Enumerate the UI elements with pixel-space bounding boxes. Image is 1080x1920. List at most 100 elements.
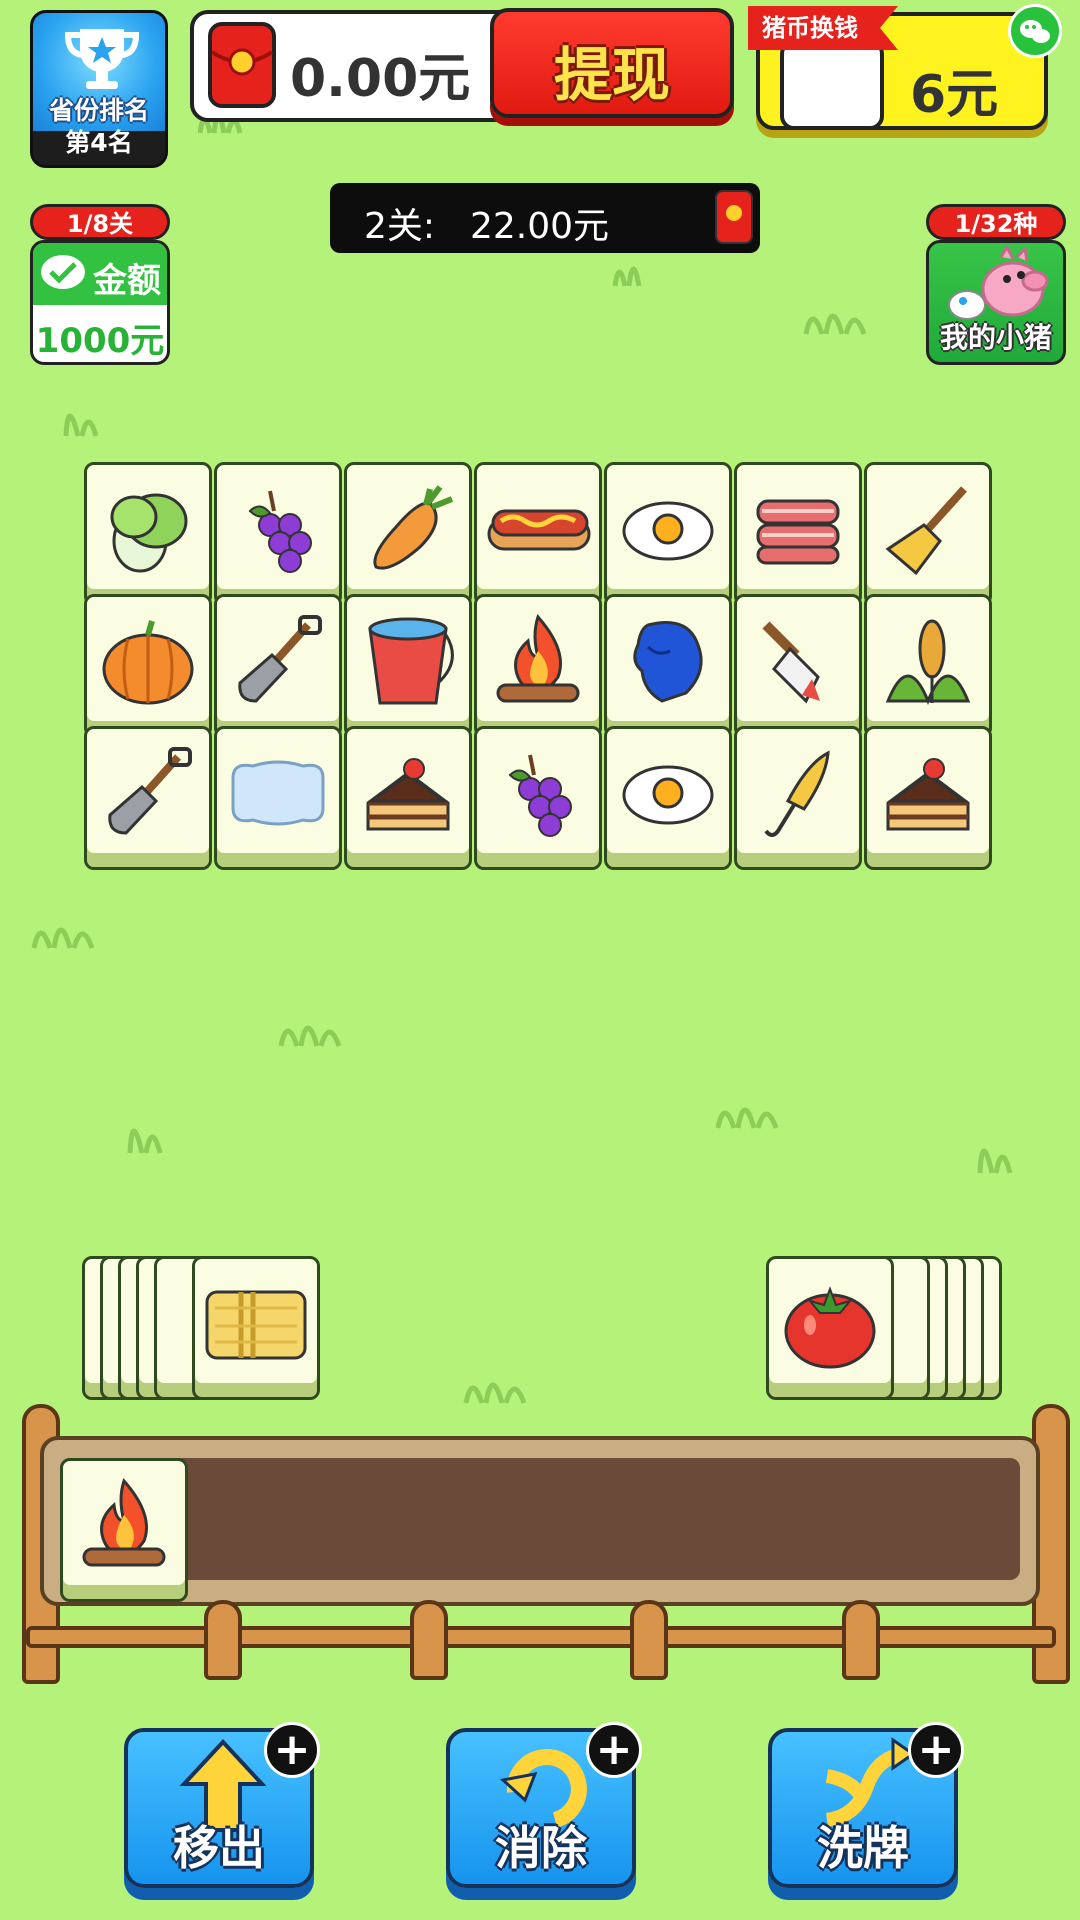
my-pig-label: 我的小猪 <box>939 321 1052 354</box>
eliminate-label: 消除 <box>495 1821 587 1875</box>
tile-campfire[interactable] <box>474 594 602 738</box>
shuffle-label: 洗牌 <box>817 1821 909 1875</box>
trophy-icon <box>64 29 140 89</box>
eliminate-button[interactable]: 消除 + <box>446 1722 642 1888</box>
exchange-amount: 6元 <box>910 65 999 125</box>
withdraw-button[interactable]: 提现 <box>490 8 734 118</box>
grass-decoration <box>605 248 675 288</box>
haybale-icon <box>205 1290 307 1360</box>
wechat-card-title: 金额 <box>93 261 161 301</box>
tile-umbrella[interactable] <box>734 726 862 870</box>
carrot-icon <box>373 485 454 570</box>
wechat-card-header: 金额 <box>33 243 167 305</box>
shuffle-button[interactable]: 洗牌 + <box>768 1722 964 1888</box>
tile-hotdog[interactable] <box>474 462 602 606</box>
add-eliminate-badge[interactable]: + <box>586 1722 642 1778</box>
grass-decoration <box>970 1125 1040 1174</box>
tray-tile-campfire[interactable] <box>60 1458 188 1602</box>
shovel-icon <box>238 615 322 703</box>
pig-collection-badge: 1/32种 <box>926 204 1066 240</box>
tile-cake[interactable] <box>864 726 992 870</box>
withdraw-label: 提现 <box>553 41 670 109</box>
tile-carrot[interactable] <box>344 462 472 606</box>
fence-post <box>204 1600 242 1680</box>
grass-decoration <box>56 392 126 437</box>
exchange-coin-slot <box>780 40 884 130</box>
ranking-label: 省份排名 <box>48 96 149 125</box>
wheat-icon <box>885 619 971 706</box>
grass-decoration <box>28 910 98 950</box>
boxing-glove-icon <box>633 621 703 703</box>
tomato-icon <box>784 1286 876 1369</box>
tile-bucket[interactable] <box>344 594 472 738</box>
tile-haybale[interactable] <box>192 1256 320 1400</box>
tile-glove[interactable] <box>604 594 732 738</box>
soap-icon <box>231 760 325 826</box>
tile-brush[interactable] <box>734 594 862 738</box>
fried-egg-icon <box>622 501 714 561</box>
campfire-icon <box>496 614 580 703</box>
level-reward-bar: 2关: 22.00元 <box>330 183 760 253</box>
tile-egg[interactable] <box>604 462 732 606</box>
move-out-button[interactable]: 移出 + <box>124 1722 320 1888</box>
grass-decoration <box>275 1008 345 1048</box>
add-move-out-badge[interactable]: + <box>264 1722 320 1778</box>
tray-slots <box>60 1458 1020 1580</box>
tile-tomato[interactable] <box>766 1256 894 1400</box>
wechat-pay-icon <box>41 255 85 289</box>
red-envelope-icon <box>715 190 753 244</box>
tile-egg[interactable] <box>604 726 732 870</box>
cake-icon <box>366 758 450 831</box>
wechat-progress-badge: 1/8关 <box>30 204 170 240</box>
ranking-banner: 省份排名 <box>33 13 165 131</box>
grass-decoration <box>712 1090 782 1130</box>
tile-wheat[interactable] <box>864 594 992 738</box>
tile-broom[interactable] <box>864 462 992 606</box>
level-reward-amount: 22.00元 <box>470 206 610 247</box>
wechat-amount-card[interactable]: 金额 1000元 <box>30 240 170 365</box>
fried-egg-icon <box>622 765 714 825</box>
bucket-icon <box>368 617 454 705</box>
red-envelope-icon <box>208 22 276 108</box>
my-pig-button[interactable]: 我的小猪 <box>926 240 1066 365</box>
tile-cake[interactable] <box>344 726 472 870</box>
grass-decoration <box>800 296 870 336</box>
tile-lettuce[interactable] <box>84 462 212 606</box>
right-tile-stack <box>766 1256 1016 1406</box>
tile-shovel[interactable] <box>84 726 212 870</box>
move-out-label: 移出 <box>173 1821 265 1875</box>
shovel-icon <box>108 747 192 835</box>
tile-soap[interactable] <box>214 726 342 870</box>
hotdog-icon <box>487 509 591 551</box>
lettuce-icon <box>110 493 188 573</box>
pumpkin-icon <box>102 620 194 705</box>
ranking-value: 第4名 <box>65 128 133 157</box>
tile-tray <box>40 1436 1040 1606</box>
tile-grapes[interactable] <box>474 726 602 870</box>
grass-decoration <box>120 1105 190 1154</box>
grass-decoration <box>460 1365 530 1405</box>
tile-grapes[interactable] <box>214 462 342 606</box>
broom-icon <box>885 486 967 576</box>
tile-board <box>84 462 1000 872</box>
fence-post <box>842 1600 880 1680</box>
fence-post <box>630 1600 668 1680</box>
province-ranking-button[interactable]: 省份排名 第4名 <box>30 10 168 168</box>
tile-shovel[interactable] <box>214 594 342 738</box>
tray-area <box>0 1400 1080 1690</box>
wechat-icon[interactable] <box>1008 4 1062 58</box>
wallet-amount: 0.00元 <box>290 49 471 109</box>
fence-rail <box>26 1626 1056 1648</box>
tile-bacon[interactable] <box>734 462 862 606</box>
cake-icon <box>886 758 970 831</box>
wechat-card-value: 1000元 <box>35 321 165 361</box>
campfire-icon <box>82 1478 166 1567</box>
tile-pumpkin[interactable] <box>84 594 212 738</box>
grapes-icon <box>248 490 312 573</box>
add-shuffle-badge[interactable]: + <box>908 1722 964 1778</box>
exchange-flag: 猪币换钱 <box>748 6 898 50</box>
left-tile-stack <box>82 1256 332 1406</box>
grapes-icon <box>508 754 572 837</box>
paint-brush-icon <box>762 621 820 704</box>
umbrella-icon <box>764 750 830 837</box>
